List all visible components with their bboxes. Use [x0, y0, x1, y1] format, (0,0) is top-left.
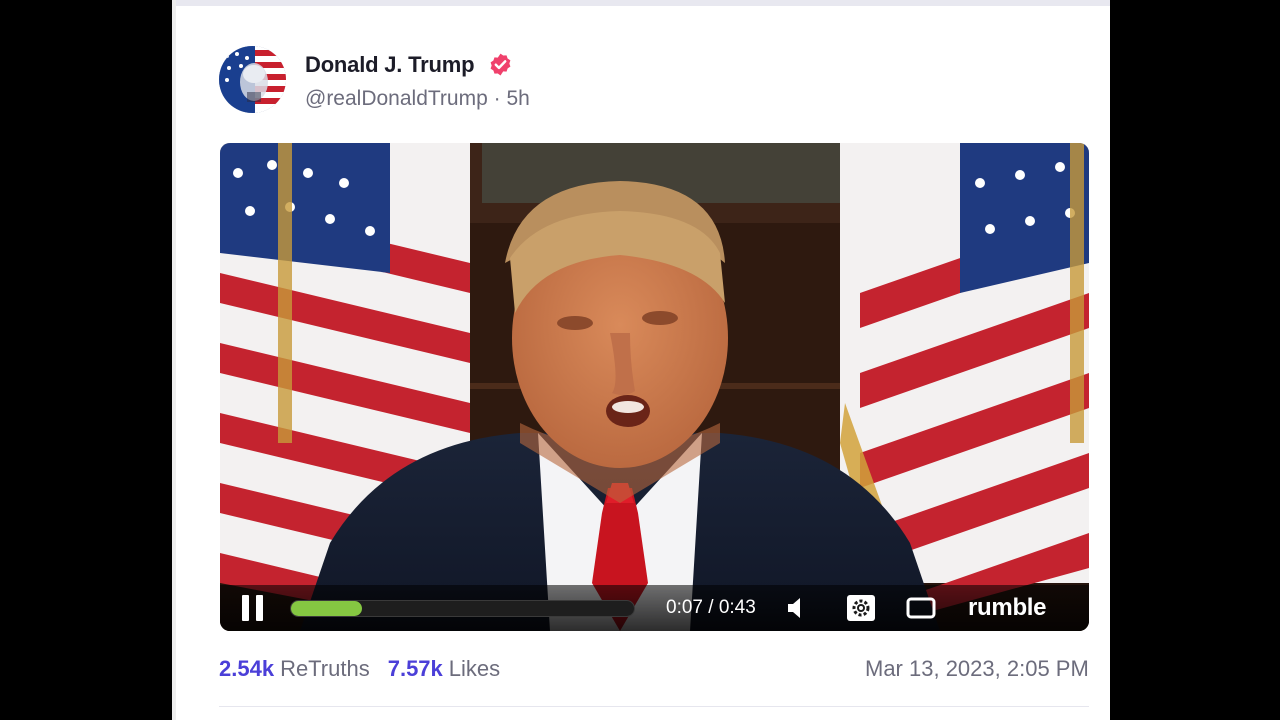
post-timestamp[interactable]: Mar 13, 2023, 2:05 PM	[865, 656, 1089, 682]
duration: 0:43	[718, 597, 756, 618]
rumble-logo[interactable]: rumble	[968, 594, 1047, 622]
verified-badge-icon	[488, 52, 513, 77]
post-card: Donald J. Trump @realDonaldTrump · 5h 0:…	[172, 0, 1110, 720]
engagement-stats: 2.54k ReTruths 7.57k Likes	[219, 656, 500, 682]
card-left-border	[172, 0, 176, 720]
likes-stat[interactable]: 7.57k Likes	[388, 656, 500, 681]
volume-icon[interactable]	[782, 594, 812, 622]
pause-icon[interactable]	[242, 595, 266, 621]
video-controls: 0:07 / 0:43 rumble	[220, 585, 1089, 631]
progress-fill	[291, 601, 362, 616]
retruths-count: 2.54k	[219, 656, 275, 681]
retruths-stat[interactable]: 2.54k ReTruths	[219, 656, 370, 681]
card-top-border	[172, 0, 1110, 6]
video-frame	[220, 143, 1089, 631]
avatar[interactable]	[219, 46, 286, 113]
time-separator: /	[708, 597, 714, 618]
likes-label: Likes	[448, 656, 501, 681]
author-handle[interactable]: @realDonaldTrump	[305, 87, 488, 110]
progress-bar[interactable]	[290, 600, 635, 617]
current-time: 0:07	[666, 597, 703, 618]
retruths-label: ReTruths	[280, 656, 370, 681]
author-name[interactable]: Donald J. Trump	[305, 52, 475, 78]
settings-gear-icon[interactable]	[846, 594, 876, 622]
right-letterbox	[1110, 0, 1280, 720]
divider	[219, 706, 1089, 707]
handle-row: @realDonaldTrump · 5h	[305, 87, 530, 111]
time-display: 0:07 / 0:43	[666, 597, 756, 619]
handle-separator: ·	[493, 87, 501, 110]
left-letterbox	[0, 0, 172, 720]
fullscreen-icon[interactable]	[906, 594, 936, 622]
flag-portrait-avatar-icon	[219, 46, 286, 113]
likes-count: 7.57k	[387, 656, 443, 681]
post-age[interactable]: 5h	[506, 87, 529, 110]
video-player[interactable]: 0:07 / 0:43 rumble	[220, 143, 1089, 631]
